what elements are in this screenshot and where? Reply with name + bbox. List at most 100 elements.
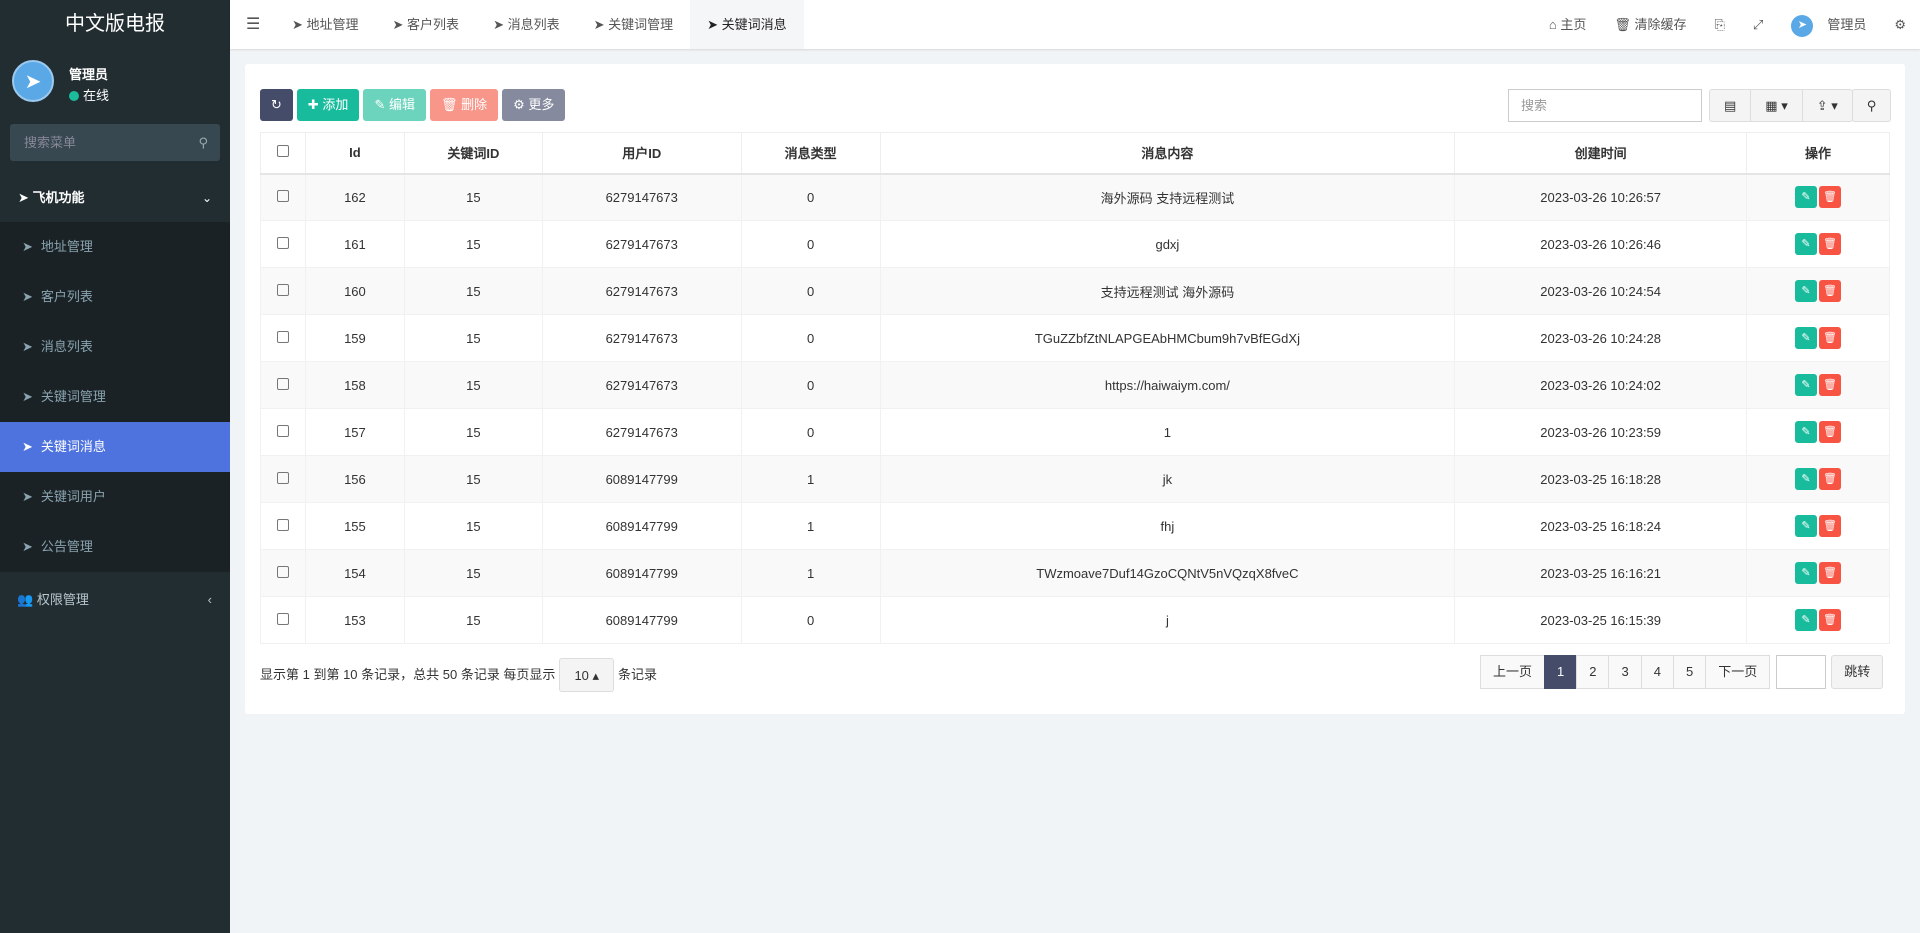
column-header[interactable]: 消息内容	[879, 132, 1456, 175]
page-button[interactable]: 5	[1672, 655, 1707, 689]
delete-row-button[interactable]: 🗑	[1819, 421, 1842, 443]
sidebar-item[interactable]: ➤ 关键词消息	[0, 422, 230, 472]
column-header[interactable]: 创建时间	[1454, 132, 1748, 175]
table-cell: 153	[304, 596, 405, 644]
sidebar-item[interactable]: ➤ 消息列表	[0, 322, 230, 372]
row-checkbox[interactable]	[276, 565, 289, 578]
settings-icon[interactable]: ⚙	[1880, 0, 1920, 49]
home-link[interactable]: ⌂ 主页	[1535, 0, 1600, 49]
row-checkbox[interactable]	[276, 377, 289, 390]
actions-cell: ✎ 🗑	[1746, 220, 1890, 268]
language-icon[interactable]: ⎘	[1701, 0, 1739, 49]
search-icon: ⚲	[1866, 98, 1877, 113]
table-cell: 2023-03-26 10:24:54	[1454, 267, 1748, 315]
row-checkbox[interactable]	[276, 330, 289, 343]
table-cell: gdxj	[879, 220, 1456, 268]
edit-row-button[interactable]: ✎	[1795, 374, 1818, 396]
sidebar-item[interactable]: ➤ 地址管理	[0, 222, 230, 272]
delete-row-button[interactable]: 🗑	[1819, 374, 1842, 396]
sidebar-group-permissions[interactable]: 👥 权限管理 ‹	[0, 572, 230, 628]
columns-icon[interactable]: ▦ ▾	[1750, 90, 1801, 121]
tab-label: 地址管理	[306, 17, 359, 32]
row-checkbox[interactable]	[276, 236, 289, 249]
edit-row-button[interactable]: ✎	[1795, 468, 1818, 490]
page-button[interactable]: 3	[1608, 655, 1642, 689]
delete-row-button[interactable]: 🗑	[1819, 515, 1842, 537]
table-cell: 15	[403, 361, 543, 409]
row-checkbox[interactable]	[276, 189, 289, 202]
edit-row-button[interactable]: ✎	[1795, 233, 1818, 255]
sidebar-item[interactable]: ➤ 客户列表	[0, 272, 230, 322]
table-cell: 2023-03-26 10:23:59	[1454, 408, 1748, 456]
jump-page-input[interactable]	[1776, 655, 1827, 689]
edit-button[interactable]: ✎ 编辑	[363, 89, 426, 121]
sidebar-item[interactable]: ➤ 关键词用户	[0, 472, 230, 522]
table-row: 160 15 6279147673 0 支持远程测试 海外源码 2023-03-26 10…	[260, 267, 1890, 315]
row-checkbox[interactable]	[276, 612, 289, 625]
next-page-button[interactable]: 下一页	[1705, 655, 1771, 689]
menu-search-input[interactable]: 搜索菜单 ⚲	[10, 124, 220, 161]
actions-cell: ✎ 🗑	[1746, 455, 1890, 503]
sidebar-item-label: 关键词消息	[40, 439, 106, 454]
select-all-checkbox[interactable]	[276, 145, 289, 158]
table-cell: 158	[304, 361, 405, 409]
paper-plane-icon: ➤	[593, 17, 609, 32]
more-button[interactable]: ⚙ 更多	[502, 89, 566, 121]
row-checkbox[interactable]	[276, 424, 289, 437]
edit-row-button[interactable]: ✎	[1795, 280, 1818, 302]
delete-row-button[interactable]: 🗑	[1819, 609, 1842, 631]
page-button[interactable]: 1	[1544, 655, 1578, 689]
export-icon[interactable]: ⇪ ▾	[1801, 90, 1852, 121]
row-checkbox[interactable]	[276, 283, 289, 296]
clear-cache-link[interactable]: 🗑 清除缓存	[1600, 0, 1700, 49]
delete-row-button[interactable]: 🗑	[1819, 280, 1842, 302]
delete-row-button[interactable]: 🗑	[1819, 327, 1842, 349]
edit-row-button[interactable]: ✎	[1795, 186, 1818, 209]
sidebar-group-plane[interactable]: ➤ 飞机功能 ⌄	[0, 174, 230, 222]
tab-item[interactable]: ➤ 关键词管理	[577, 0, 691, 49]
refresh-button[interactable]: ↻	[260, 89, 293, 121]
edit-row-button[interactable]: ✎	[1795, 562, 1818, 584]
fullscreen-icon[interactable]: ⤢	[1739, 0, 1777, 49]
column-header[interactable]: 操作	[1746, 132, 1890, 175]
row-checkbox[interactable]	[276, 518, 289, 531]
delete-row-button[interactable]: 🗑	[1819, 233, 1842, 255]
user-menu[interactable]: ➤ 管理员	[1777, 0, 1880, 49]
edit-row-button[interactable]: ✎	[1795, 609, 1818, 631]
jump-button[interactable]: 跳转	[1831, 655, 1884, 689]
tab-item[interactable]: ➤ 地址管理	[275, 0, 376, 49]
sidebar-item[interactable]: ➤ 公告管理	[0, 522, 230, 572]
page-button[interactable]: 4	[1640, 655, 1674, 689]
tab-item[interactable]: ➤ 客户列表	[376, 0, 477, 49]
page-size-select[interactable]: 10 ▴	[559, 658, 615, 692]
delete-row-button[interactable]: 🗑	[1819, 468, 1842, 490]
paper-plane-icon: ➤	[292, 17, 307, 32]
column-header[interactable]: 关键词ID	[403, 132, 543, 175]
online-dot-icon	[69, 91, 79, 101]
edit-row-button[interactable]: ✎	[1795, 515, 1818, 537]
table-footer: 显示第 1 到第 10 条记录，总共 50 条记录 每页显示 10 ▴ 条记录	[260, 658, 657, 692]
edit-row-button[interactable]: ✎	[1795, 327, 1818, 349]
page-button[interactable]: 2	[1576, 655, 1610, 689]
table-cell: 6279147673	[541, 408, 742, 456]
row-checkbox[interactable]	[276, 471, 289, 484]
table-cell: 15	[403, 173, 543, 221]
sidebar-item[interactable]: ➤ 关键词管理	[0, 372, 230, 422]
delete-row-button[interactable]: 🗑	[1819, 562, 1842, 584]
users-icon: 👥	[17, 592, 37, 607]
delete-row-button[interactable]: 🗑	[1819, 186, 1842, 209]
column-header[interactable]: 用户ID	[541, 132, 742, 175]
column-header[interactable]: Id	[304, 132, 405, 175]
add-button[interactable]: ✚ 添加	[296, 89, 360, 121]
card-view-icon[interactable]: ▤	[1710, 90, 1750, 121]
tab-item[interactable]: ➤ 关键词消息	[690, 0, 804, 49]
column-header[interactable]: 消息类型	[740, 132, 881, 175]
delete-button[interactable]: 🗑 删除	[429, 89, 499, 121]
edit-row-button[interactable]: ✎	[1795, 421, 1818, 443]
menu-toggle-icon[interactable]: ☰	[246, 0, 260, 49]
table-search-input[interactable]: 搜索	[1508, 89, 1702, 122]
table-row: 155 15 6089147799 1 fhj 2023-03-25 16:18:24 ✎ 🗑	[260, 502, 1890, 550]
prev-page-button[interactable]: 上一页	[1480, 655, 1546, 689]
tab-item[interactable]: ➤ 消息列表	[476, 0, 577, 49]
advanced-search-button[interactable]: ⚲	[1852, 89, 1891, 122]
